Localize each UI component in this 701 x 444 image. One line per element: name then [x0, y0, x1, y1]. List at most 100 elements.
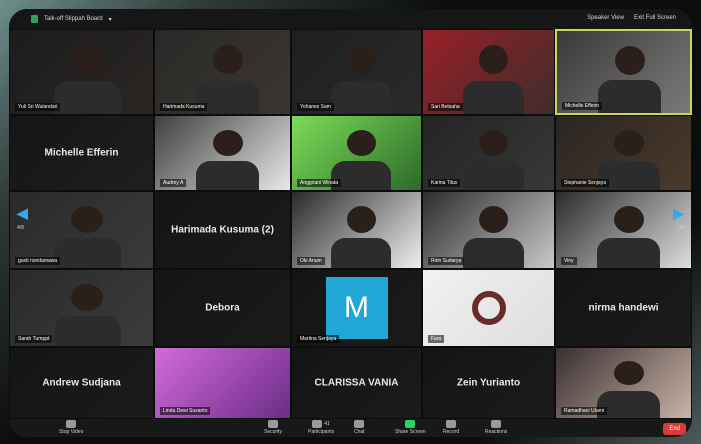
pager-left-label: 4/8 — [17, 225, 24, 231]
participant-name-tag: Sarah Tumppt — [15, 335, 53, 343]
person-head — [213, 130, 243, 156]
participant-tile[interactable]: Stephanie Senjaya — [555, 115, 692, 191]
participant-name-tag: Audrey A — [160, 179, 187, 187]
bottom-toolbar: Stop Video Security 41 Participants Chat… — [9, 419, 692, 437]
person-body — [463, 238, 524, 268]
person-body — [598, 80, 661, 113]
chat-label: Chat — [354, 429, 365, 435]
participant-tile[interactable]: Michelle Efferin — [555, 29, 692, 115]
participant-center-name: nirma handewi — [588, 302, 659, 314]
participants-top: 41 — [312, 420, 330, 428]
person-head — [614, 361, 644, 385]
participant-name-tag: Yuli Sri Wulandari — [15, 103, 61, 111]
reactions-label: Reactions — [485, 429, 508, 435]
person-body — [463, 161, 524, 190]
participant-tile[interactable]: Ririn Sudarya — [422, 191, 555, 269]
person-head — [347, 45, 376, 74]
exit-full-screen-button[interactable]: Exit Full Screen — [634, 15, 676, 21]
participant-tile[interactable]: Audrey A — [154, 115, 291, 191]
participant-tile[interactable]: Yuli Sri Wulandari — [9, 29, 154, 115]
participant-name-tag: Anggriani Winata — [297, 179, 342, 187]
participant-tile[interactable]: Linda Dewi Susanto — [154, 347, 291, 419]
participant-name-tag: Stephanie Senjaya — [561, 179, 609, 187]
participant-center-name: Michelle Efferin — [44, 147, 119, 159]
participant-tile[interactable]: Debora — [154, 269, 291, 347]
security-icon — [268, 420, 279, 428]
record-label: Record — [443, 429, 460, 435]
meeting-info[interactable]: Talk-off Slippah Board ▾ — [31, 15, 112, 23]
participant-tile[interactable]: Karina Tilus — [422, 115, 555, 191]
participant-name-tag: Oki Anum — [297, 257, 325, 265]
record-icon — [446, 420, 457, 428]
stop-video-label: Stop Video — [59, 429, 84, 435]
participant-tile[interactable]: Oki Anum — [291, 191, 422, 269]
avatar: M — [325, 277, 388, 339]
security-button[interactable]: Security — [264, 420, 282, 435]
participant-name-tag: Ramadhani Utami — [561, 407, 608, 415]
person-body — [331, 81, 391, 114]
share-screen-button[interactable]: Share Screen — [395, 420, 426, 435]
participant-tile[interactable]: Harimada Kusuma (2) — [154, 191, 291, 269]
participant-name-tag: Fara — [428, 335, 445, 343]
person-body — [597, 238, 660, 268]
participant-tile[interactable]: Viny — [555, 191, 692, 269]
reactions-icon — [491, 420, 502, 428]
person-body — [54, 81, 121, 114]
pager-right-label: 1/8 — [677, 225, 684, 231]
participant-name-tag: Sari Betsaha — [428, 103, 463, 111]
participant-tile[interactable]: Andrew Sudjana — [9, 347, 154, 419]
next-page-arrow-icon[interactable]: ▶ — [673, 205, 684, 222]
participant-tile[interactable]: Anggriani Winata — [291, 115, 422, 191]
prev-page-arrow-icon[interactable]: ◀ — [17, 205, 28, 222]
participant-center-name: Harimada Kusuma (2) — [171, 224, 274, 236]
participant-tile[interactable]: Sari Betsaha — [422, 29, 555, 115]
person-body — [54, 238, 121, 268]
person-head — [479, 130, 508, 156]
participant-name-tag: Ririn Sudarya — [428, 257, 465, 265]
security-label: Security — [264, 429, 283, 435]
participant-name-tag: Viny — [561, 257, 577, 265]
person-head — [71, 45, 103, 74]
participants-button[interactable]: 41 Participants — [308, 420, 334, 435]
participant-tile[interactable]: Sarah Tumppt — [9, 269, 154, 347]
zoom-window: Talk-off Slippah Board ▾ Speaker View Ex… — [9, 9, 692, 437]
participant-tile[interactable]: gusti nondamawa — [9, 191, 154, 269]
participant-tile[interactable]: nirma handewi — [555, 269, 692, 347]
participant-center-name: Andrew Sudjana — [42, 377, 121, 389]
participant-tile[interactable]: Ramadhani Utami — [555, 347, 692, 419]
participant-tile[interactable]: Yohanes Sam — [291, 29, 422, 115]
person-head — [71, 284, 103, 311]
chat-icon — [354, 420, 365, 428]
person-body — [331, 238, 391, 268]
participant-tile[interactable]: Michelle Efferin — [9, 115, 154, 191]
speaker-view-button[interactable]: Speaker View — [587, 15, 624, 21]
share-screen-label: Share Screen — [395, 429, 426, 435]
record-button[interactable]: Record — [443, 420, 459, 435]
participant-tile[interactable]: Harimada Kusuma — [154, 29, 291, 115]
chat-button[interactable]: Chat — [354, 420, 365, 435]
reactions-button[interactable]: Reactions — [485, 420, 507, 435]
wreath-icon — [471, 291, 506, 325]
participant-tile[interactable]: CLARISSA VANIA — [291, 347, 422, 419]
end-button[interactable]: End — [663, 423, 686, 435]
participant-name-tag: Harimada Kusuma — [160, 103, 208, 111]
person-head — [479, 206, 508, 233]
participant-name-tag: Martina Senjaya — [297, 335, 340, 343]
meeting-title: Talk-off Slippah Board — [44, 16, 103, 22]
view-controls: Speaker View Exit Full Screen — [587, 15, 676, 21]
participant-tile[interactable]: M Martina Senjaya — [291, 269, 422, 347]
person-body — [54, 316, 121, 346]
gallery-grid: Yuli Sri Wulandari Harimada Kusuma Yohanes… — [9, 29, 692, 419]
participant-center-name: CLARISSA VANIA — [314, 377, 399, 389]
participant-center-name: Zein Yurianto — [456, 377, 521, 389]
share-screen-icon — [405, 420, 416, 428]
photo-of-monitor: Talk-off Slippah Board ▾ Speaker View Ex… — [0, 0, 701, 444]
participant-name-tag: Michelle Efferin — [562, 102, 603, 110]
participant-tile[interactable]: Fara — [422, 269, 555, 347]
stop-video-button[interactable]: Stop Video — [59, 420, 83, 435]
participants-label: Participants — [308, 429, 335, 435]
participant-name-tag: Karina Tilus — [428, 179, 461, 187]
participants-icon — [312, 420, 323, 428]
participant-name-tag: Yohanes Sam — [297, 103, 334, 111]
participant-tile[interactable]: Zein Yurianto — [422, 347, 555, 419]
